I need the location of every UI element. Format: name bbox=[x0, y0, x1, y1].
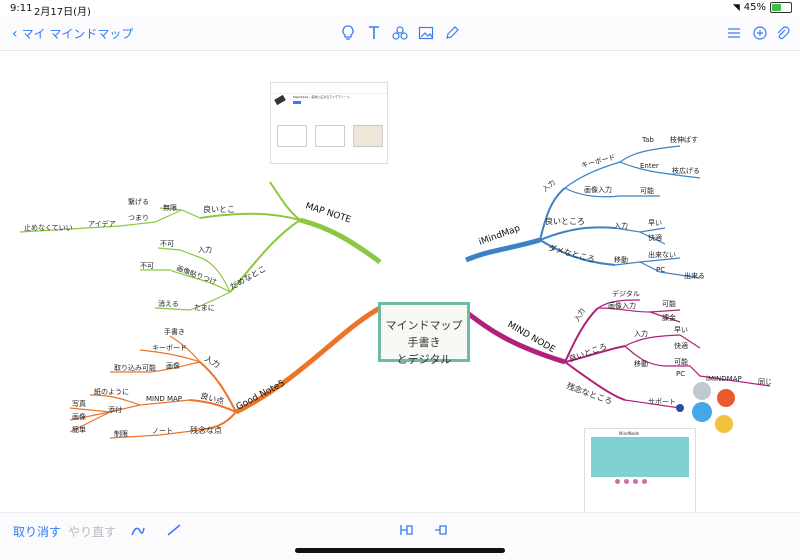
imindmap-can[interactable]: 出来る bbox=[684, 271, 705, 280]
imindmap-good[interactable]: 良いところ bbox=[545, 216, 585, 226]
goodnote-photo[interactable]: 写真 bbox=[72, 399, 86, 408]
mindnode-move[interactable]: 移動 bbox=[634, 359, 648, 368]
add-sibling-icon[interactable] bbox=[398, 522, 414, 542]
imindmap-cannot[interactable]: 出来ない bbox=[648, 250, 676, 259]
lightbulb-icon[interactable] bbox=[340, 25, 356, 41]
status-right: ◥ 45% bbox=[733, 2, 792, 13]
undo-button[interactable]: 取り消す bbox=[13, 523, 61, 540]
mapnote-sometimes[interactable]: たまに bbox=[194, 304, 215, 312]
goodnote-image2[interactable]: 画像 bbox=[72, 412, 86, 421]
thumbnail-title: MapNote2 - 思考に広がるアイデアノート bbox=[293, 95, 350, 99]
mindnode-fast[interactable]: 早い bbox=[674, 326, 688, 334]
clock: 9:11 bbox=[10, 3, 33, 14]
imindmap-extend[interactable]: 枝伸ばす bbox=[670, 135, 698, 144]
attachment-icon[interactable] bbox=[774, 25, 790, 41]
chevron-left-icon: ‹ bbox=[12, 25, 18, 42]
mapnote-disappear[interactable]: 消える bbox=[158, 299, 179, 308]
mindnode-input2[interactable]: 入力 bbox=[634, 329, 648, 338]
attached-image-bottom[interactable]: MindNode bbox=[584, 428, 696, 514]
goodnote-keyboard[interactable]: キーボード bbox=[152, 344, 187, 352]
back-label: マイ マインドマップ bbox=[21, 27, 134, 41]
goodnote-like-paper[interactable]: 紙のように bbox=[94, 387, 129, 396]
goodnote-handwriting[interactable]: 手書き bbox=[164, 327, 185, 336]
shapes-icon[interactable] bbox=[392, 25, 408, 41]
mindnode-bad[interactable]: 残念なところ bbox=[565, 380, 614, 406]
back-button[interactable]: ‹ マイ マインドマップ bbox=[12, 25, 133, 42]
goodnote-note[interactable]: ノート bbox=[152, 427, 173, 435]
style-icon[interactable] bbox=[752, 25, 768, 41]
goodnote-attach[interactable]: 添付 bbox=[108, 405, 122, 414]
floating-button-blue[interactable] bbox=[692, 402, 712, 422]
mapnote-impossible2[interactable]: 不可 bbox=[140, 262, 154, 270]
imindmap-comfortable[interactable]: 快適 bbox=[648, 233, 662, 242]
mindmap-canvas[interactable]: MAP NOTE 良いとこ 無限 繋げる つまり アイデア 止めなくていい だめ… bbox=[0, 50, 800, 514]
imindmap-branch-extend[interactable]: 枝広げる bbox=[672, 166, 700, 175]
imindmap-keyboard[interactable]: キーボード bbox=[580, 153, 616, 170]
battery-fill bbox=[772, 4, 781, 11]
mapnote-impossible1[interactable]: 不可 bbox=[160, 240, 174, 248]
mindnode-pc[interactable]: PC bbox=[676, 370, 685, 378]
selection-dot[interactable] bbox=[676, 404, 684, 412]
imindmap-bad[interactable]: ダメなところ bbox=[547, 242, 596, 264]
imindmap-pc[interactable]: PC bbox=[656, 266, 665, 274]
redo-button[interactable]: やり直す bbox=[68, 523, 116, 540]
central-line1: マインドマップ手書き bbox=[385, 319, 463, 349]
goodnote-title[interactable]: Good Note5 bbox=[235, 379, 287, 413]
goodnote-branch bbox=[69, 305, 382, 439]
mindnode-possible[interactable]: 可能 bbox=[662, 299, 676, 308]
imindmap-image-input[interactable]: 画像入力 bbox=[584, 185, 612, 194]
imindmap-move[interactable]: 移動 bbox=[614, 255, 628, 264]
mapnote-unlimited[interactable]: 無限 bbox=[163, 203, 177, 212]
hand-drawn-icon[interactable] bbox=[130, 522, 146, 542]
battery-icon bbox=[770, 2, 792, 13]
line-icon[interactable] bbox=[166, 522, 182, 542]
battery-percent: 45% bbox=[743, 2, 766, 13]
mapnote-input[interactable]: 入力 bbox=[198, 245, 212, 254]
floating-button-orange[interactable] bbox=[717, 389, 735, 407]
central-node[interactable]: マインドマップ手書き とデジタル bbox=[378, 302, 470, 366]
goodnote-image[interactable]: 画像 bbox=[166, 361, 180, 370]
goodnote-import[interactable]: 取り込み可能 bbox=[114, 363, 156, 372]
home-indicator bbox=[295, 548, 505, 553]
mindnode-digital[interactable]: デジタル bbox=[612, 289, 640, 298]
imindmap-input[interactable]: 入力 bbox=[541, 178, 558, 194]
imindmap-input2[interactable]: 入力 bbox=[614, 221, 628, 230]
imindmap-possible[interactable]: 可能 bbox=[640, 186, 654, 195]
mindnode-support[interactable]: サポート bbox=[648, 398, 676, 406]
mindnode-same[interactable]: 同じ bbox=[758, 378, 772, 386]
mindnode-possible2[interactable]: 可能 bbox=[674, 357, 688, 366]
attached-image-top[interactable]: MapNote2 - 思考に広がるアイデアノート bbox=[270, 82, 388, 164]
list-icon[interactable] bbox=[726, 25, 742, 41]
mindnode-imindmap[interactable]: iMINDMAP bbox=[706, 375, 742, 383]
mindnode-input[interactable]: 入力 bbox=[572, 306, 587, 323]
mapnote-idea[interactable]: アイデア bbox=[88, 219, 116, 228]
mindnode-image-input[interactable]: 画像入力 bbox=[608, 301, 636, 310]
wifi-icon: ◥ bbox=[732, 2, 740, 13]
imindmap-enter[interactable]: Enter bbox=[640, 162, 659, 170]
goodnote-mindmap[interactable]: MIND MAP bbox=[146, 395, 182, 403]
pencil-icon[interactable] bbox=[444, 25, 460, 41]
goodnote-bad[interactable]: 残念な点 bbox=[190, 425, 222, 435]
mindnode-comfortable[interactable]: 快適 bbox=[674, 341, 688, 350]
central-line2: とデジタル bbox=[396, 353, 452, 366]
mindnode-charged[interactable]: 課金 bbox=[662, 313, 676, 322]
mapnote-paste[interactable]: 画像貼りつけ bbox=[175, 263, 218, 286]
goodnote-memo[interactable]: 簡単 bbox=[72, 425, 86, 434]
mapnote-connect[interactable]: つまり bbox=[128, 214, 149, 222]
thumbnail-bottom-title: MindNode bbox=[619, 431, 640, 436]
floating-button-yellow[interactable] bbox=[715, 415, 733, 433]
mapnote-bad[interactable]: だめなとこ bbox=[229, 264, 268, 292]
status-bar: 9:11 2月17日(月) ◥ 45% bbox=[0, 0, 800, 18]
floating-button-gray[interactable] bbox=[693, 382, 711, 400]
text-icon[interactable] bbox=[366, 25, 382, 41]
imindmap-fast[interactable]: 早い bbox=[648, 219, 662, 227]
image-icon[interactable] bbox=[418, 25, 434, 41]
top-toolbar: ‹ マイ マインドマップ bbox=[0, 16, 800, 51]
imindmap-tab[interactable]: Tab bbox=[641, 136, 654, 144]
add-child-icon[interactable] bbox=[432, 522, 448, 542]
goodnote-limit[interactable]: 制限 bbox=[114, 429, 128, 438]
mapnote-continue[interactable]: 繋げる bbox=[128, 197, 149, 206]
mapnote-no-stop[interactable]: 止めなくていい bbox=[24, 223, 73, 232]
mapnote-good[interactable]: 良いとこ bbox=[203, 204, 235, 214]
